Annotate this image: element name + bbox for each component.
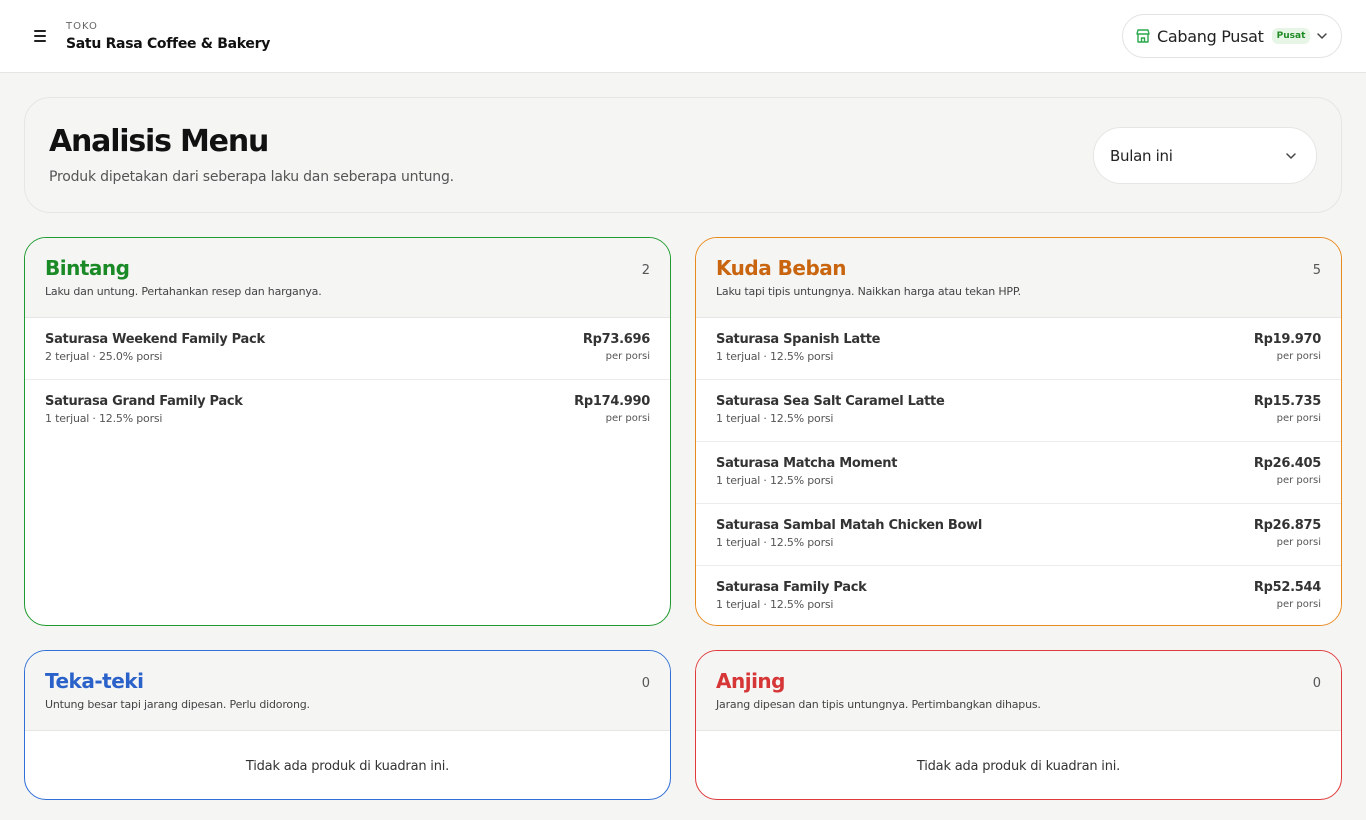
product-price: Rp52.544 — [1253, 580, 1321, 595]
quadrant-header: Kuda Beban Laku tapi tipis untungnya. Na… — [696, 238, 1341, 318]
product-price: Rp26.875 — [1253, 518, 1321, 533]
product-meta: 1 terjual · 12.5% porsi — [716, 474, 834, 487]
branch-badge: Pusat — [1271, 28, 1311, 44]
price-unit: per porsi — [1276, 599, 1321, 610]
product-meta: 1 terjual · 12.5% porsi — [45, 412, 163, 425]
product-price: Rp26.405 — [1253, 456, 1321, 471]
product-name: Saturasa Grand Family Pack — [45, 394, 243, 409]
quadrant-count: 2 — [641, 263, 650, 278]
quadrant-header: Bintang Laku dan untung. Pertahankan res… — [25, 238, 670, 318]
period-select[interactable]: Bulan ini — [1093, 127, 1317, 184]
price-unit: per porsi — [1276, 537, 1321, 548]
quadrant-title: Kuda Beban — [716, 256, 847, 280]
quadrant-title: Teka-teki — [45, 669, 144, 693]
product-list: Saturasa Spanish Latte 1 terjual · 12.5%… — [696, 318, 1341, 625]
quadrant-kuda-beban: Kuda Beban Laku tapi tipis untungnya. Na… — [695, 237, 1342, 626]
branch-name: Cabang Pusat — [1157, 26, 1264, 46]
product-row[interactable]: Saturasa Sambal Matah Chicken Bowl 1 ter… — [696, 504, 1341, 566]
chevron-down-icon — [1317, 33, 1327, 39]
quadrant-header: Teka-teki Untung besar tapi jarang dipes… — [25, 651, 670, 731]
product-price: Rp15.735 — [1253, 394, 1321, 409]
store-info: TOKO Satu Rasa Coffee & Bakery — [66, 21, 270, 52]
product-row[interactable]: Saturasa Spanish Latte 1 terjual · 12.5%… — [696, 318, 1341, 380]
quadrant-description: Jarang dipesan dan tipis untungnya. Pert… — [716, 698, 1041, 711]
quadrant-anjing: Anjing Jarang dipesan dan tipis untungny… — [695, 650, 1342, 800]
product-price: Rp19.970 — [1253, 332, 1321, 347]
product-name: Saturasa Sambal Matah Chicken Bowl — [716, 518, 982, 533]
product-list: Saturasa Weekend Family Pack 2 terjual ·… — [25, 318, 670, 442]
quadrant-count: 0 — [1312, 676, 1321, 691]
product-row[interactable]: Saturasa Matcha Moment 1 terjual · 12.5%… — [696, 442, 1341, 504]
store-icon — [1136, 29, 1150, 43]
empty-state: Tidak ada produk di kuadran ini. — [245, 759, 450, 774]
price-unit: per porsi — [1276, 351, 1321, 362]
quadrant-title: Anjing — [716, 669, 785, 693]
product-name: Saturasa Matcha Moment — [716, 456, 898, 471]
page-subtitle: Produk dipetakan dari seberapa laku dan … — [49, 169, 454, 185]
product-row[interactable]: Saturasa Family Pack 1 terjual · 12.5% p… — [696, 566, 1341, 625]
hamburger-menu-icon[interactable] — [30, 26, 50, 46]
price-unit: per porsi — [1276, 475, 1321, 486]
quadrant-teka-teki: Teka-teki Untung besar tapi jarang dipes… — [24, 650, 671, 800]
product-name: Saturasa Family Pack — [716, 580, 867, 595]
product-meta: 1 terjual · 12.5% porsi — [716, 536, 834, 549]
quadrant-count: 5 — [1312, 263, 1321, 278]
product-meta: 1 terjual · 12.5% porsi — [716, 598, 834, 611]
price-unit: per porsi — [1276, 413, 1321, 424]
quadrant-header: Anjing Jarang dipesan dan tipis untungny… — [696, 651, 1341, 731]
period-value: Bulan ini — [1110, 146, 1173, 165]
product-price: Rp73.696 — [582, 332, 650, 347]
quadrant-bintang: Bintang Laku dan untung. Pertahankan res… — [24, 237, 671, 626]
quadrant-description: Untung besar tapi jarang dipesan. Perlu … — [45, 698, 310, 711]
store-label: TOKO — [66, 20, 98, 32]
product-row[interactable]: Saturasa Grand Family Pack 1 terjual · 1… — [25, 380, 670, 442]
branch-selector[interactable]: Cabang Pusat Pusat — [1122, 14, 1342, 58]
page-header-card: Analisis Menu Produk dipetakan dari sebe… — [24, 97, 1342, 213]
empty-state: Tidak ada produk di kuadran ini. — [916, 759, 1121, 774]
product-row[interactable]: Saturasa Weekend Family Pack 2 terjual ·… — [25, 318, 670, 380]
product-name: Saturasa Spanish Latte — [716, 332, 881, 347]
quadrant-description: Laku dan untung. Pertahankan resep dan h… — [45, 285, 322, 298]
product-meta: 2 terjual · 25.0% porsi — [45, 350, 163, 363]
product-price: Rp174.990 — [574, 394, 650, 409]
store-name: Satu Rasa Coffee & Bakery — [66, 35, 271, 52]
price-unit: per porsi — [605, 351, 650, 362]
top-bar: TOKO Satu Rasa Coffee & Bakery Cabang Pu… — [0, 0, 1366, 73]
product-row[interactable]: Saturasa Sea Salt Caramel Latte 1 terjua… — [696, 380, 1341, 442]
quadrant-title: Bintang — [45, 256, 130, 280]
product-meta: 1 terjual · 12.5% porsi — [716, 350, 834, 363]
product-name: Saturasa Sea Salt Caramel Latte — [716, 394, 945, 409]
product-name: Saturasa Weekend Family Pack — [45, 332, 265, 347]
quadrant-count: 0 — [641, 676, 650, 691]
chevron-down-icon — [1286, 152, 1296, 159]
page-title: Analisis Menu — [49, 124, 269, 159]
quadrant-description: Laku tapi tipis untungnya. Naikkan harga… — [716, 285, 1021, 298]
price-unit: per porsi — [605, 413, 650, 424]
product-meta: 1 terjual · 12.5% porsi — [716, 412, 834, 425]
